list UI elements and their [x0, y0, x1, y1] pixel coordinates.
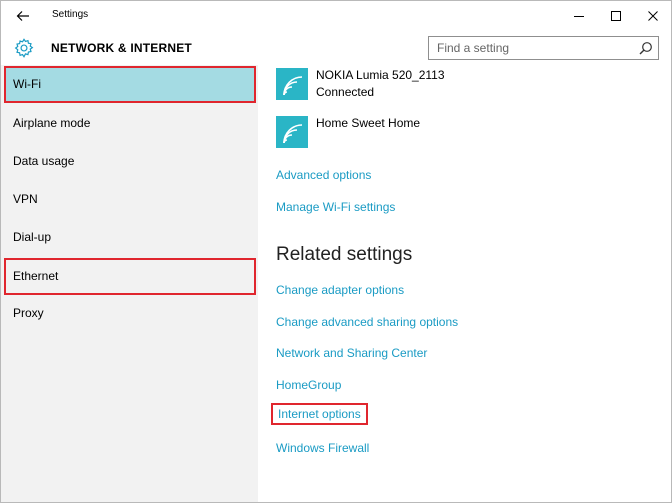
- gear-icon: [14, 38, 34, 58]
- sidebar: Wi-Fi Airplane mode Data usage VPN Dial-…: [1, 65, 258, 502]
- sidebar-item-label: Dial-up: [13, 230, 52, 244]
- close-icon: [648, 11, 658, 21]
- settings-window: Settings NETWORK & INTERNET Find a setti…: [0, 0, 672, 503]
- windows-firewall-link[interactable]: Windows Firewall: [276, 441, 369, 455]
- sidebar-item-wifi[interactable]: Wi-Fi: [4, 66, 256, 103]
- change-adapter-options-link[interactable]: Change adapter options: [276, 283, 404, 297]
- sidebar-item-label: Data usage: [13, 154, 75, 168]
- minimize-icon: [574, 16, 584, 17]
- network-sharing-center-link[interactable]: Network and Sharing Center: [276, 346, 427, 360]
- sidebar-item-proxy[interactable]: Proxy: [4, 295, 256, 332]
- wifi-network-name: Home Sweet Home: [316, 116, 421, 130]
- wifi-network-name: NOKIA Lumia 520_2113: [316, 68, 445, 82]
- sidebar-item-label: VPN: [13, 192, 38, 206]
- search-input[interactable]: [429, 37, 637, 59]
- sidebar-item-data-usage[interactable]: Data usage: [4, 143, 256, 180]
- wifi-network-item[interactable]: Home Sweet Home: [276, 116, 656, 150]
- sidebar-item-dial-up[interactable]: Dial-up: [4, 219, 256, 256]
- sidebar-item-label: Wi-Fi: [13, 77, 41, 91]
- related-settings-heading: Related settings: [276, 244, 413, 265]
- sidebar-item-airplane-mode[interactable]: Airplane mode: [4, 105, 256, 142]
- internet-options-link[interactable]: Internet options: [271, 403, 368, 425]
- sidebar-item-label: Proxy: [13, 306, 44, 320]
- main-content: NOKIA Lumia 520_2113 Connected Home Swee…: [258, 65, 671, 502]
- homegroup-link[interactable]: HomeGroup: [276, 378, 341, 392]
- sidebar-item-vpn[interactable]: VPN: [4, 181, 256, 218]
- page-header: NETWORK & INTERNET: [1, 31, 671, 65]
- wifi-tile: [276, 116, 308, 148]
- sidebar-item-label: Ethernet: [13, 269, 59, 283]
- maximize-icon: [611, 11, 621, 21]
- title-bar: Settings: [1, 1, 671, 31]
- search-icon[interactable]: [639, 41, 653, 55]
- manage-wifi-settings-link[interactable]: Manage Wi-Fi settings: [276, 200, 395, 214]
- search-box[interactable]: [428, 36, 659, 60]
- wifi-network-item[interactable]: NOKIA Lumia 520_2113 Connected: [276, 68, 656, 102]
- wifi-network-status: Connected: [316, 85, 375, 99]
- back-arrow-icon: [16, 11, 29, 21]
- advanced-options-link[interactable]: Advanced options: [276, 168, 371, 182]
- sidebar-item-ethernet[interactable]: Ethernet: [4, 258, 256, 295]
- window-title: Settings: [52, 9, 89, 20]
- wifi-icon: [283, 76, 303, 96]
- back-button[interactable]: [9, 5, 37, 27]
- sidebar-item-label: Airplane mode: [13, 116, 91, 130]
- close-button[interactable]: [635, 5, 671, 27]
- change-advanced-sharing-options-link[interactable]: Change advanced sharing options: [276, 315, 458, 329]
- maximize-button[interactable]: [598, 5, 634, 27]
- page-title: NETWORK & INTERNET: [51, 41, 192, 55]
- wifi-tile: [276, 68, 308, 100]
- minimize-button[interactable]: [561, 5, 597, 27]
- wifi-icon: [283, 124, 303, 144]
